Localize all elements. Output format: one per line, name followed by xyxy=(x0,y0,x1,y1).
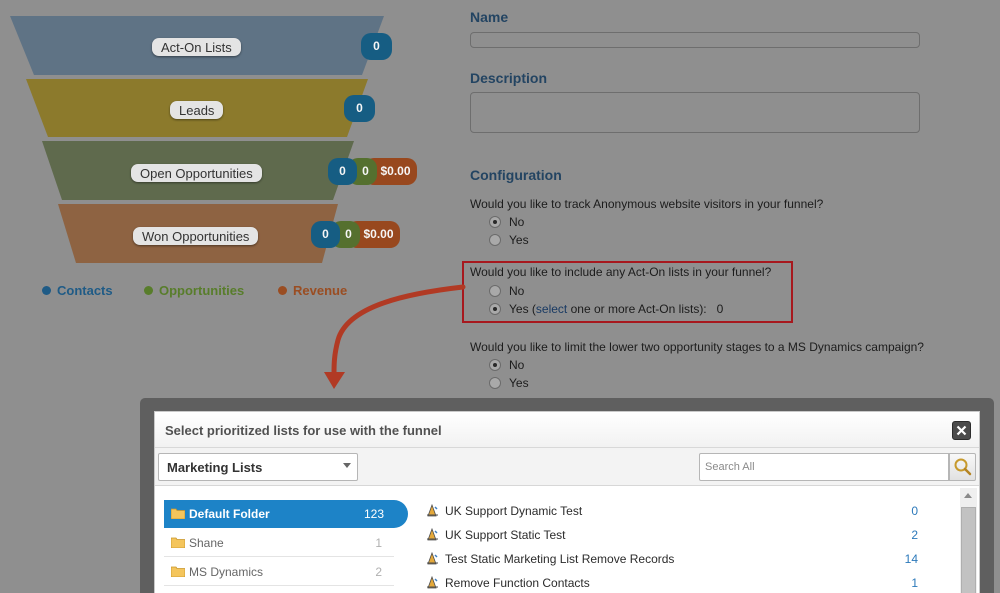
chevron-down-icon xyxy=(343,463,351,468)
scroll-up-icon[interactable] xyxy=(964,493,972,498)
list-name: Remove Function Contacts xyxy=(445,576,590,590)
list-count[interactable]: 14 xyxy=(905,552,918,566)
marketing-list-icon xyxy=(427,576,438,589)
folder-count: 123 xyxy=(363,507,384,521)
folder-icon xyxy=(171,537,185,548)
list-item[interactable]: UK Support Dynamic Test 0 xyxy=(423,500,923,524)
list-name: UK Support Dynamic Test xyxy=(445,504,583,518)
list-name: UK Support Static Test xyxy=(445,528,566,542)
marketing-list-icon xyxy=(427,552,438,565)
dropdown-value: Marketing Lists xyxy=(167,460,263,475)
scrollbar-thumb[interactable] xyxy=(961,507,976,593)
folder-name: MS Dynamics xyxy=(189,565,264,579)
folder-default[interactable]: Default Folder 123 xyxy=(164,500,408,528)
folder-icon xyxy=(171,566,185,577)
marketing-list-items: UK Support Dynamic Test 0 UK Support Sta… xyxy=(423,500,923,593)
search-input[interactable] xyxy=(699,453,949,481)
marketing-list-icon xyxy=(427,528,438,541)
folder-name: Default Folder xyxy=(189,507,270,521)
folder-list: Default Folder 123 Shane 1 MS Dynamics 2 xyxy=(164,500,409,587)
list-name: Test Static Marketing List Remove Record… xyxy=(445,552,675,566)
list-item[interactable]: Remove Function Contacts 1 xyxy=(423,572,923,593)
list-count[interactable]: 2 xyxy=(911,528,918,542)
close-icon xyxy=(956,425,967,436)
search-icon xyxy=(954,458,972,476)
list-item[interactable]: Test Static Marketing List Remove Record… xyxy=(423,548,923,572)
marketing-list-icon xyxy=(427,504,438,517)
folder-count: 2 xyxy=(375,565,382,579)
dialog-toolbar: Marketing Lists xyxy=(155,448,979,486)
search-button[interactable] xyxy=(949,453,976,481)
select-lists-dialog: Select prioritized lists for use with th… xyxy=(154,411,980,593)
folder-shane[interactable]: Shane 1 xyxy=(164,529,394,557)
dialog-header: Select prioritized lists for use with th… xyxy=(155,412,979,448)
list-count[interactable]: 1 xyxy=(911,576,918,590)
folder-icon xyxy=(171,508,185,519)
folder-ms-dynamics[interactable]: MS Dynamics 2 xyxy=(164,558,394,586)
folder-name: Shane xyxy=(189,536,224,550)
list-type-dropdown[interactable]: Marketing Lists xyxy=(158,453,358,481)
list-count[interactable]: 0 xyxy=(911,504,918,518)
close-button[interactable] xyxy=(952,421,971,440)
dialog-title: Select prioritized lists for use with th… xyxy=(165,423,442,438)
list-scrollbar[interactable] xyxy=(960,488,977,593)
list-item[interactable]: UK Support Static Test 2 xyxy=(423,524,923,548)
folder-count: 1 xyxy=(375,536,382,550)
